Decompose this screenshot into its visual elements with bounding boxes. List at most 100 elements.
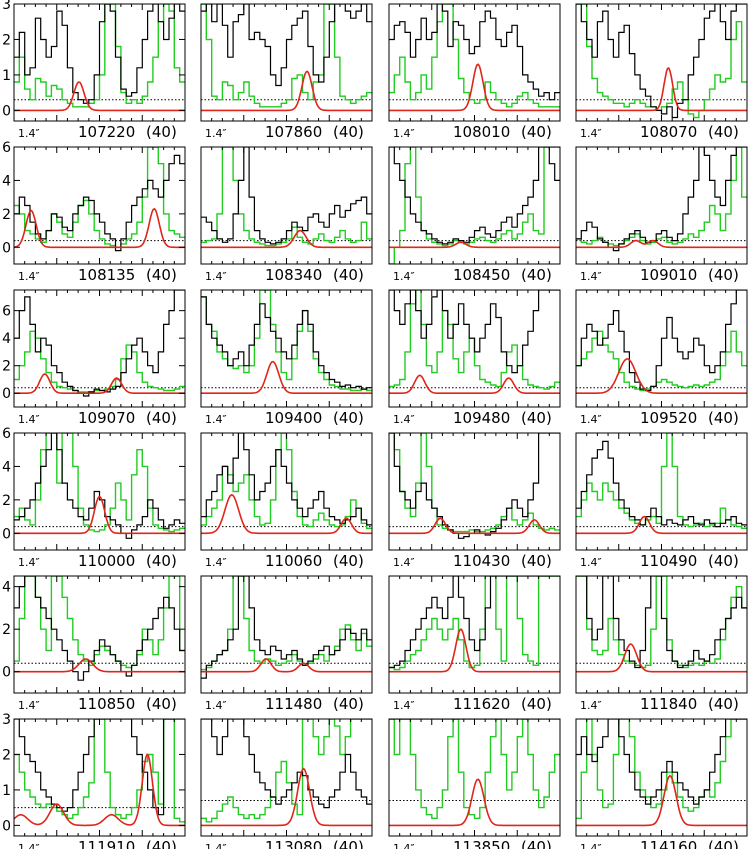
y-tick-label: 4 xyxy=(2,580,11,596)
resolution-label: 1.4″ xyxy=(393,413,415,426)
resolution-label: 1.4″ xyxy=(18,413,40,426)
y-tick-label: 0 xyxy=(2,103,11,119)
count-label: (40) xyxy=(708,838,739,849)
y-tick-label: 2 xyxy=(2,622,11,638)
panel-111620: 1.4″ 111620 (40) xyxy=(388,575,561,713)
resolution-label: 1.4″ xyxy=(18,556,40,569)
panel-plot-area xyxy=(14,576,185,681)
green-model-trace xyxy=(576,719,747,819)
panel-110850: 0 2 4 1.4″ 110850 (40) xyxy=(2,575,186,713)
resolution-label: 1.4″ xyxy=(18,699,40,712)
y-tick-label: 2 xyxy=(2,32,11,48)
green-model-trace xyxy=(389,4,560,108)
count-label: (40) xyxy=(333,552,364,570)
transition-label: 110490 xyxy=(640,552,697,570)
observed-spectrum-trace xyxy=(389,4,560,101)
count-label: (40) xyxy=(521,838,552,849)
transition-label: 109010 xyxy=(640,266,697,284)
y-tick-label: 3 xyxy=(2,0,11,13)
panel-109070: 0 2 4 6 1.4″ 109070 (40) xyxy=(2,289,186,427)
y-tick-label: 0 xyxy=(2,818,11,834)
panel-111840: 1.4″ 111840 (40) xyxy=(575,575,748,713)
panel-108010: 1.4″ 108010 (40) xyxy=(388,3,561,141)
panel-114160: 1.4″ 114160 (40) xyxy=(575,718,748,849)
panel-109010: 1.4″ 109010 (40) xyxy=(575,146,748,284)
green-model-trace xyxy=(389,719,560,819)
transition-label: 110000 xyxy=(78,552,135,570)
resolution-label: 1.4″ xyxy=(580,413,602,426)
resolution-label: 1.4″ xyxy=(580,842,602,849)
count-label: (40) xyxy=(146,123,177,141)
panel-plot-area xyxy=(14,290,185,397)
y-tick-label: 0 xyxy=(2,526,11,542)
panel-plot-area xyxy=(576,719,747,827)
transition-label: 108340 xyxy=(265,266,322,284)
transition-label: 108010 xyxy=(453,123,510,141)
count-label: (40) xyxy=(521,409,552,427)
green-model-trace xyxy=(201,719,372,823)
green-model-trace xyxy=(14,433,185,533)
count-label: (40) xyxy=(333,695,364,713)
transition-label: 113850 xyxy=(453,838,510,849)
panel-frame xyxy=(200,432,373,551)
count-label: (40) xyxy=(521,552,552,570)
resolution-label: 1.4″ xyxy=(205,413,227,426)
panel-107220: 0 1 2 3 1.4″ 107220 (40) xyxy=(2,0,186,141)
panel-plot-area xyxy=(201,147,372,249)
count-label: (40) xyxy=(146,695,177,713)
panel-111480: 1.4″ 111480 (40) xyxy=(200,575,373,713)
panel-plot-area xyxy=(389,147,560,264)
red-model-trace xyxy=(576,239,747,249)
count-label: (40) xyxy=(708,266,739,284)
observed-spectrum-trace xyxy=(389,433,560,539)
count-label: (40) xyxy=(521,266,552,284)
red-model-trace xyxy=(389,374,560,394)
panel-plot-area xyxy=(389,433,560,539)
y-tick-label: 6 xyxy=(2,140,11,156)
red-model-trace xyxy=(576,643,747,673)
green-model-trace xyxy=(389,576,560,671)
y-tick-label: 0 xyxy=(2,386,11,402)
green-model-trace xyxy=(14,719,185,823)
resolution-label: 1.4″ xyxy=(393,842,415,849)
red-model-trace xyxy=(576,67,747,112)
panel-108450: 1.4″ 108450 (40) xyxy=(388,146,561,284)
panel-frame xyxy=(388,575,561,694)
red-model-trace xyxy=(201,70,372,112)
resolution-label: 1.4″ xyxy=(18,270,40,283)
observed-spectrum-trace xyxy=(14,433,185,539)
y-tick-label: 2 xyxy=(2,493,11,509)
red-model-trace xyxy=(14,658,185,673)
y-tick-label: 6 xyxy=(2,426,11,442)
y-tick-label: 4 xyxy=(2,331,11,347)
count-label: (40) xyxy=(146,409,177,427)
transition-label: 109070 xyxy=(78,409,135,427)
transition-label: 110850 xyxy=(78,695,135,713)
transition-label: 107220 xyxy=(78,123,135,141)
observed-spectrum-trace xyxy=(201,4,372,87)
panel-110000: 0 2 4 6 1.4″ 110000 (40) xyxy=(2,426,186,570)
transition-label: 114160 xyxy=(640,838,697,849)
y-tick-label: 1 xyxy=(2,68,11,84)
panel-plot-area xyxy=(14,719,185,827)
count-label: (40) xyxy=(333,123,364,141)
count-label: (40) xyxy=(521,123,552,141)
observed-spectrum-trace xyxy=(389,576,560,669)
green-model-trace xyxy=(389,433,560,533)
transition-label: 109480 xyxy=(453,409,510,427)
panel-plot-area xyxy=(389,576,560,673)
red-model-trace xyxy=(201,494,372,535)
count-label: (40) xyxy=(708,123,739,141)
y-tick-label: 4 xyxy=(2,459,11,475)
resolution-label: 1.4″ xyxy=(580,556,602,569)
panel-111910: 0 1 2 3 1.4″ 111910 (40) xyxy=(2,712,186,849)
count-label: (40) xyxy=(708,695,739,713)
panel-plot-area xyxy=(576,147,747,252)
y-tick-label: 2 xyxy=(2,747,11,763)
count-label: (40) xyxy=(708,552,739,570)
resolution-label: 1.4″ xyxy=(205,127,227,140)
y-tick-label: 6 xyxy=(2,304,11,320)
y-tick-label: 2 xyxy=(2,207,11,223)
panel-plot-area xyxy=(389,4,560,112)
observed-spectrum-trace xyxy=(14,576,185,681)
